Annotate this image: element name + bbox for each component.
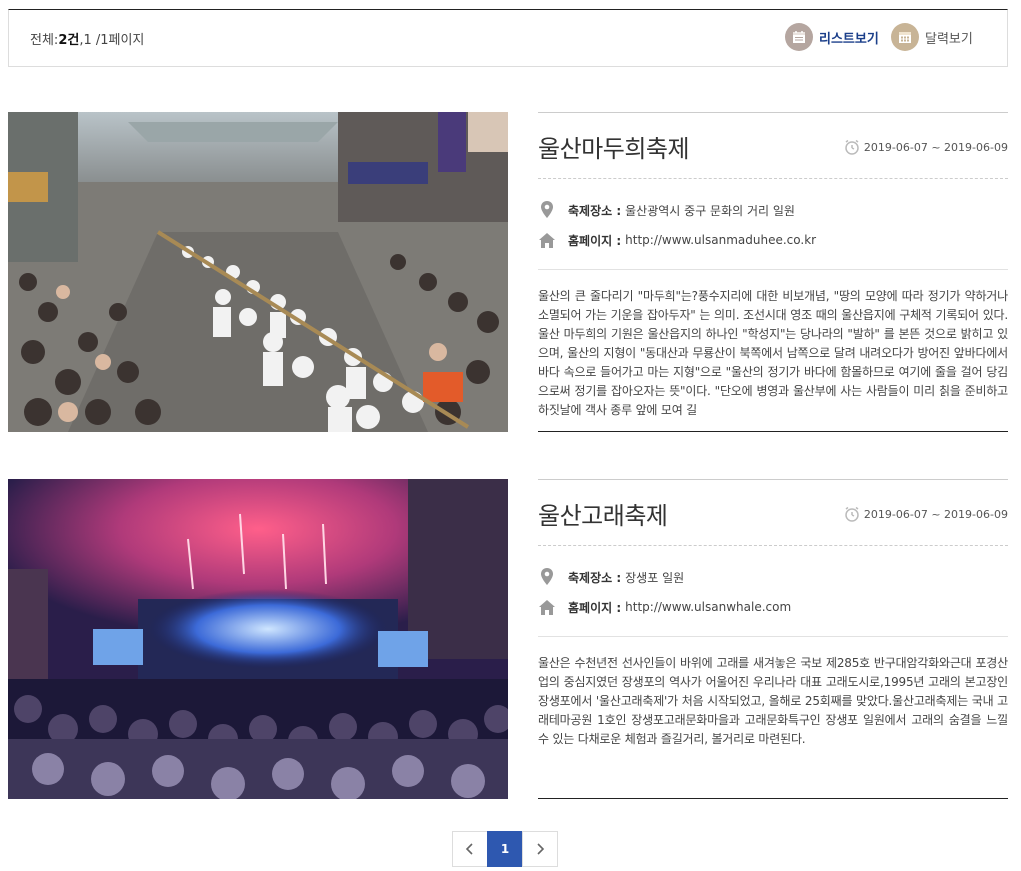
festival-homepage: 홈페이지 : http://www.ulsanwhale.com <box>538 598 791 616</box>
festival-info: 울산고래축제 2019-06-07 ~ 2019-06-09 축제장소 : 장생… <box>538 479 1008 799</box>
festival-place: 축제장소 : 울산광역시 중구 문화의 거리 일원 <box>538 201 795 219</box>
clock-icon <box>845 506 859 522</box>
clock-icon <box>845 139 859 155</box>
list-icon <box>785 23 813 51</box>
pagination: 1 <box>452 831 558 867</box>
festival-item: 울산고래축제 2019-06-07 ~ 2019-06-09 축제장소 : 장생… <box>8 479 1008 799</box>
page-number-current[interactable]: 1 <box>487 831 523 867</box>
chevron-left-icon <box>465 843 473 855</box>
divider <box>538 636 1008 637</box>
list-view-label: 리스트보기 <box>819 31 879 47</box>
festival-date: 2019-06-07 ~ 2019-06-09 <box>844 139 1008 155</box>
home-icon <box>538 598 556 616</box>
list-summary-bar: 전체:2건,1 /1페이지 리스트보기 달력보기 <box>8 9 1008 67</box>
calendar-view-label: 달력보기 <box>925 31 973 47</box>
festival-description: 울산의 큰 줄다리기 "마두희"는?풍수지리에 대한 비보개념, "땅의 모양에… <box>538 289 1008 417</box>
home-icon <box>538 231 556 249</box>
homepage-link[interactable]: http://www.ulsanwhale.com <box>625 600 791 614</box>
next-page-button[interactable] <box>522 831 558 867</box>
location-pin-icon <box>538 201 556 219</box>
total-count: 전체:2건,1 /1페이지 <box>30 33 145 48</box>
festival-info: 울산마두희축제 2019-06-07 ~ 2019-06-09 축제장소 : 울… <box>538 112 1008 432</box>
list-view-button[interactable]: 리스트보기 <box>785 22 879 52</box>
festival-photo[interactable] <box>8 112 508 432</box>
divider <box>538 545 1008 546</box>
prev-page-button[interactable] <box>452 831 488 867</box>
festival-description: 울산은 수천년전 선사인들이 바위에 고래를 새겨놓은 국보 제285호 반구대… <box>538 656 1008 746</box>
calendar-view-button[interactable]: 달력보기 <box>891 22 973 52</box>
festival-title[interactable]: 울산고래축제 <box>538 496 668 531</box>
festival-photo[interactable] <box>8 479 508 799</box>
festival-item: 울산마두희축제 2019-06-07 ~ 2019-06-09 축제장소 : 울… <box>8 112 1008 432</box>
chevron-right-icon <box>537 843 545 855</box>
festival-date: 2019-06-07 ~ 2019-06-09 <box>844 506 1008 522</box>
total-count-value: 2건 <box>58 33 80 48</box>
divider <box>538 269 1008 270</box>
festival-homepage: 홈페이지 : http://www.ulsanmaduhee.co.kr <box>538 231 816 249</box>
location-pin-icon <box>538 568 556 586</box>
divider <box>538 178 1008 179</box>
homepage-link[interactable]: http://www.ulsanmaduhee.co.kr <box>625 233 816 247</box>
calendar-icon <box>891 23 919 51</box>
festival-title[interactable]: 울산마두희축제 <box>538 129 690 164</box>
festival-place: 축제장소 : 장생포 일원 <box>538 568 684 586</box>
